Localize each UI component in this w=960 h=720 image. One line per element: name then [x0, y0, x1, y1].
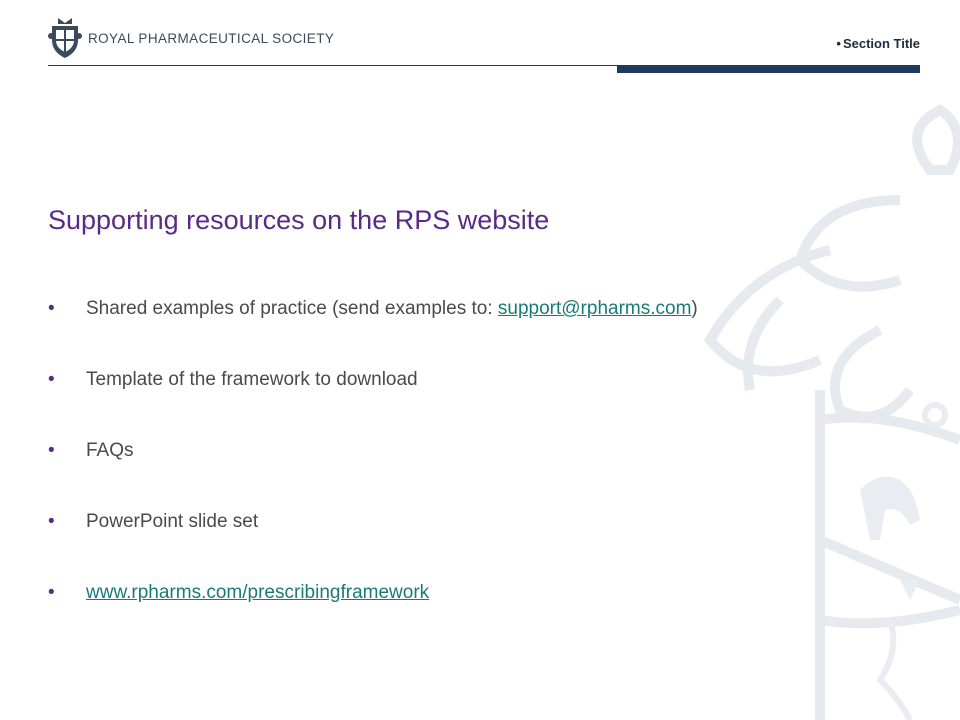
list-item: • PowerPoint slide set	[48, 507, 908, 578]
bullet-list: • Shared examples of practice (send exam…	[48, 294, 908, 649]
list-item-text: PowerPoint slide set	[86, 511, 259, 532]
section-title: • Section Title	[836, 36, 920, 51]
section-title-bullet: •	[836, 36, 841, 51]
list-item-text: Shared examples of practice (send exampl…	[86, 298, 498, 319]
rps-logo: ROYAL PHARMACEUTICAL SOCIETY	[48, 16, 334, 60]
slide-title: Supporting resources on the RPS website	[48, 205, 550, 235]
bullet-glyph: •	[48, 369, 55, 390]
crest-icon	[48, 18, 82, 58]
list-item-text-after: )	[691, 298, 698, 319]
framework-url-link[interactable]: www.rpharms.com/prescribingframework	[86, 582, 429, 603]
list-item: • Template of the framework to download	[48, 365, 908, 436]
list-item: • www.rpharms.com/prescribingframework	[48, 578, 908, 649]
bullet-glyph: •	[48, 440, 55, 461]
bullet-glyph: •	[48, 582, 55, 603]
bullet-glyph: •	[48, 298, 55, 319]
bullet-glyph: •	[48, 511, 55, 532]
logo-text: ROYAL PHARMACEUTICAL SOCIETY	[88, 30, 335, 46]
list-item: • FAQs	[48, 436, 908, 507]
list-item: • Shared examples of practice (send exam…	[48, 294, 908, 365]
list-item-text: Template of the framework to download	[86, 369, 418, 390]
list-item-text: FAQs	[86, 440, 134, 461]
header-accent-bar	[617, 66, 920, 73]
section-title-text: Section Title	[842, 36, 920, 51]
support-email-link[interactable]: support@rpharms.com	[498, 298, 692, 319]
